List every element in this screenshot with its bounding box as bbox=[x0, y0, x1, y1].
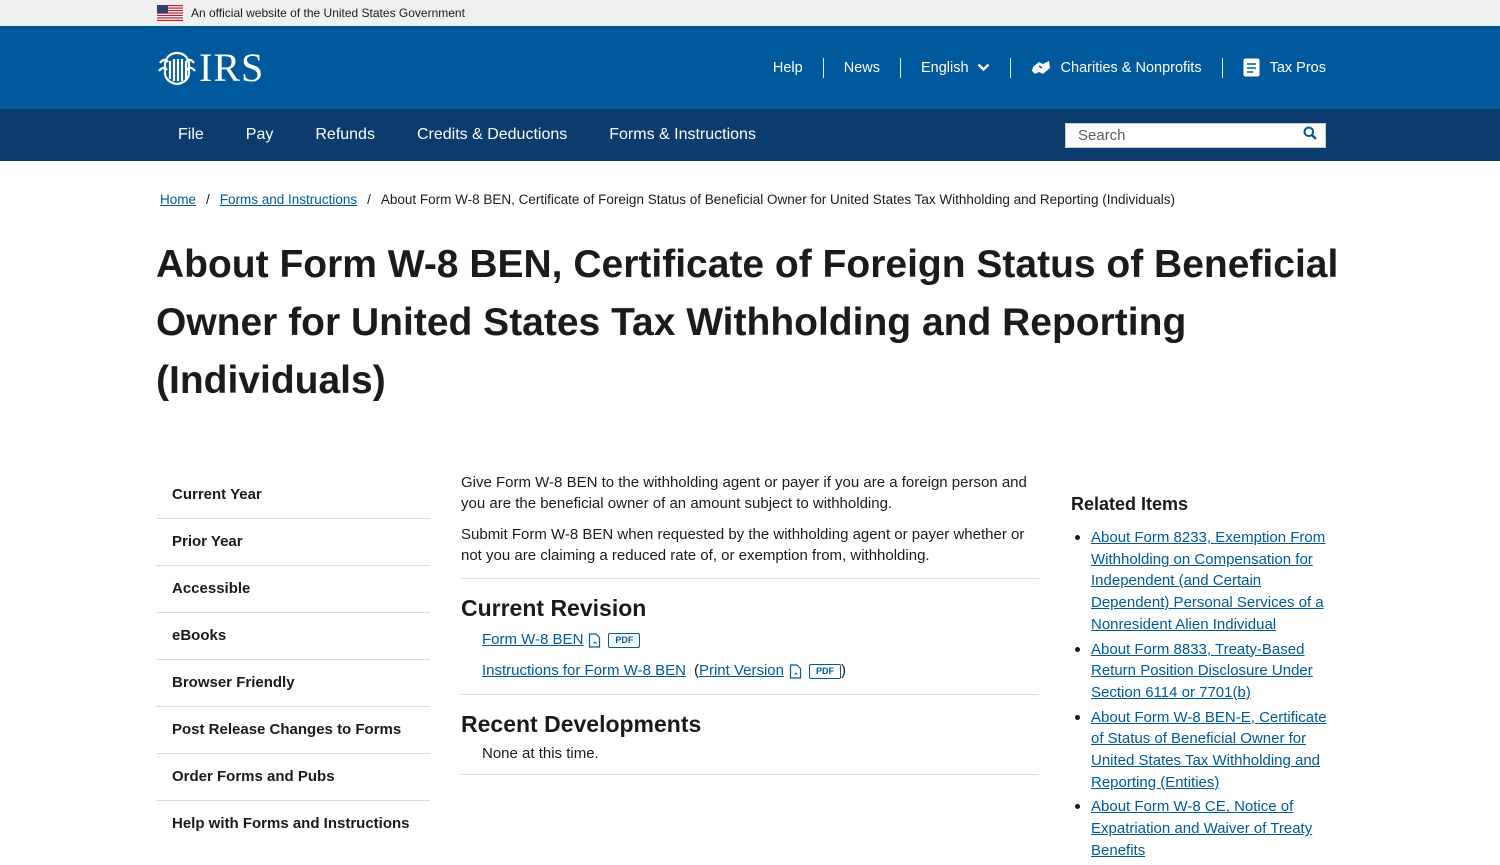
pdf-file-icon bbox=[588, 632, 602, 648]
related-link-form-w8ce[interactable]: About Form W-8 CE, Notice of Expatriatio… bbox=[1091, 798, 1312, 858]
help-link[interactable]: Help bbox=[773, 60, 803, 76]
related-link-form-w8ben-e[interactable]: About Form W-8 BEN-E, Certificate of Sta… bbox=[1091, 709, 1327, 791]
divider bbox=[461, 578, 1039, 579]
handshake-icon bbox=[1031, 59, 1051, 77]
nav-refunds[interactable]: Refunds bbox=[294, 126, 396, 144]
breadcrumb-forms[interactable]: Forms and Instructions bbox=[220, 192, 357, 207]
nav-pay[interactable]: Pay bbox=[225, 126, 295, 144]
sidebar-nav: Current Year Prior Year Accessible eBook… bbox=[156, 472, 430, 847]
logo-text: IRS bbox=[199, 45, 265, 90]
search-box bbox=[1065, 122, 1326, 148]
nav-file[interactable]: File bbox=[157, 126, 225, 144]
tax-pros-label: Tax Pros bbox=[1269, 59, 1326, 76]
breadcrumb-separator: / bbox=[206, 192, 210, 207]
paren-close: ) bbox=[840, 662, 846, 679]
breadcrumb: Home / Forms and Instructions / About Fo… bbox=[160, 192, 1175, 207]
sidebar-item-help-forms[interactable]: Help with Forms and Instructions bbox=[156, 801, 430, 847]
chevron-down-icon bbox=[977, 63, 990, 72]
irs-logo[interactable]: IRS bbox=[157, 44, 264, 91]
list-item: About Form W-8 BEN-E, Certificate of Sta… bbox=[1071, 707, 1339, 794]
divider bbox=[1009, 57, 1011, 78]
charities-label: Charities & Nonprofits bbox=[1060, 59, 1202, 76]
instructions-line: Instructions for Form W-8 BEN ( Print Ve… bbox=[461, 660, 1039, 682]
sidebar-item-prior-year[interactable]: Prior Year bbox=[156, 519, 430, 566]
sidebar-item-current-year[interactable]: Current Year bbox=[156, 472, 430, 519]
sidebar-item-browser-friendly[interactable]: Browser Friendly bbox=[156, 660, 430, 707]
sidebar-item-ebooks[interactable]: eBooks bbox=[156, 613, 430, 660]
related-link-form-8233[interactable]: About Form 8233, Exemption From Withhold… bbox=[1091, 529, 1325, 633]
print-version-link[interactable]: Print Version bbox=[699, 660, 784, 682]
intro-paragraph: Give Form W-8 BEN to the withholding age… bbox=[461, 474, 1027, 512]
pdf-file-icon bbox=[789, 663, 803, 679]
sidebar-item-post-release-changes[interactable]: Post Release Changes to Forms bbox=[156, 707, 430, 754]
irs-eagle-icon bbox=[158, 51, 196, 85]
divider bbox=[822, 57, 824, 78]
related-items: Related Items About Form 8233, Exemption… bbox=[1071, 494, 1339, 865]
utility-nav: Help News English Charities & Nonprofits… bbox=[773, 57, 1326, 78]
related-items-heading: Related Items bbox=[1071, 494, 1189, 514]
list-item: About Form 8233, Exemption From Withhold… bbox=[1071, 527, 1339, 636]
document-icon bbox=[1243, 58, 1260, 77]
search-input[interactable] bbox=[1078, 126, 1288, 144]
sidebar-item-accessible[interactable]: Accessible bbox=[156, 566, 430, 613]
search-icon[interactable] bbox=[1303, 126, 1317, 145]
gov-banner-text: An official website of the United States… bbox=[191, 6, 465, 20]
sidebar-item-order-forms[interactable]: Order Forms and Pubs bbox=[156, 754, 430, 801]
us-flag-icon bbox=[157, 5, 183, 21]
divider bbox=[461, 774, 1039, 775]
form-line: Form W-8 BEN PDF bbox=[461, 629, 1039, 651]
pdf-badge[interactable]: PDF bbox=[608, 632, 641, 648]
divider bbox=[1221, 57, 1223, 78]
current-revision-heading: Current Revision bbox=[461, 595, 647, 621]
related-link-form-8833[interactable]: About Form 8833, Treaty-Based Return Pos… bbox=[1091, 641, 1313, 701]
site-header: IRS Help News English Charities & Nonpro… bbox=[0, 26, 1500, 109]
main-content: Give Form W-8 BEN to the withholding age… bbox=[461, 472, 1039, 789]
main-nav: File Pay Refunds Credits & Deductions Fo… bbox=[0, 109, 1500, 161]
news-link[interactable]: News bbox=[844, 60, 880, 76]
tax-pros-link[interactable]: Tax Pros bbox=[1243, 58, 1326, 77]
related-items-list: About Form 8233, Exemption From Withhold… bbox=[1071, 527, 1339, 862]
instructions-link[interactable]: Instructions for Form W-8 BEN bbox=[482, 660, 686, 682]
breadcrumb-separator: / bbox=[367, 192, 371, 207]
form-w8ben-link[interactable]: Form W-8 BEN bbox=[482, 629, 583, 651]
gov-banner: An official website of the United States… bbox=[0, 0, 1500, 26]
divider bbox=[461, 694, 1039, 695]
pdf-badge[interactable]: PDF bbox=[808, 663, 841, 679]
list-item: About Form W-8 CE, Notice of Expatriatio… bbox=[1071, 796, 1339, 861]
intro-paragraph: Submit Form W-8 BEN when requested by th… bbox=[461, 526, 1025, 564]
language-selector[interactable]: English bbox=[921, 60, 990, 76]
page-title: About Form W-8 BEN, Certificate of Forei… bbox=[156, 243, 1339, 402]
language-label: English bbox=[920, 59, 969, 76]
breadcrumb-home[interactable]: Home bbox=[160, 192, 196, 207]
recent-developments-heading: Recent Developments bbox=[461, 711, 702, 737]
nav-credits-deductions[interactable]: Credits & Deductions bbox=[396, 126, 588, 144]
main-nav-items: File Pay Refunds Credits & Deductions Fo… bbox=[157, 126, 777, 144]
breadcrumb-current: About Form W-8 BEN, Certificate of Forei… bbox=[380, 192, 1175, 207]
divider bbox=[899, 57, 901, 78]
list-item: About Form 8833, Treaty-Based Return Pos… bbox=[1071, 639, 1339, 704]
recent-developments-text: None at this time. bbox=[482, 745, 599, 762]
nav-forms-instructions[interactable]: Forms & Instructions bbox=[588, 126, 777, 144]
charities-link[interactable]: Charities & Nonprofits bbox=[1031, 59, 1202, 77]
